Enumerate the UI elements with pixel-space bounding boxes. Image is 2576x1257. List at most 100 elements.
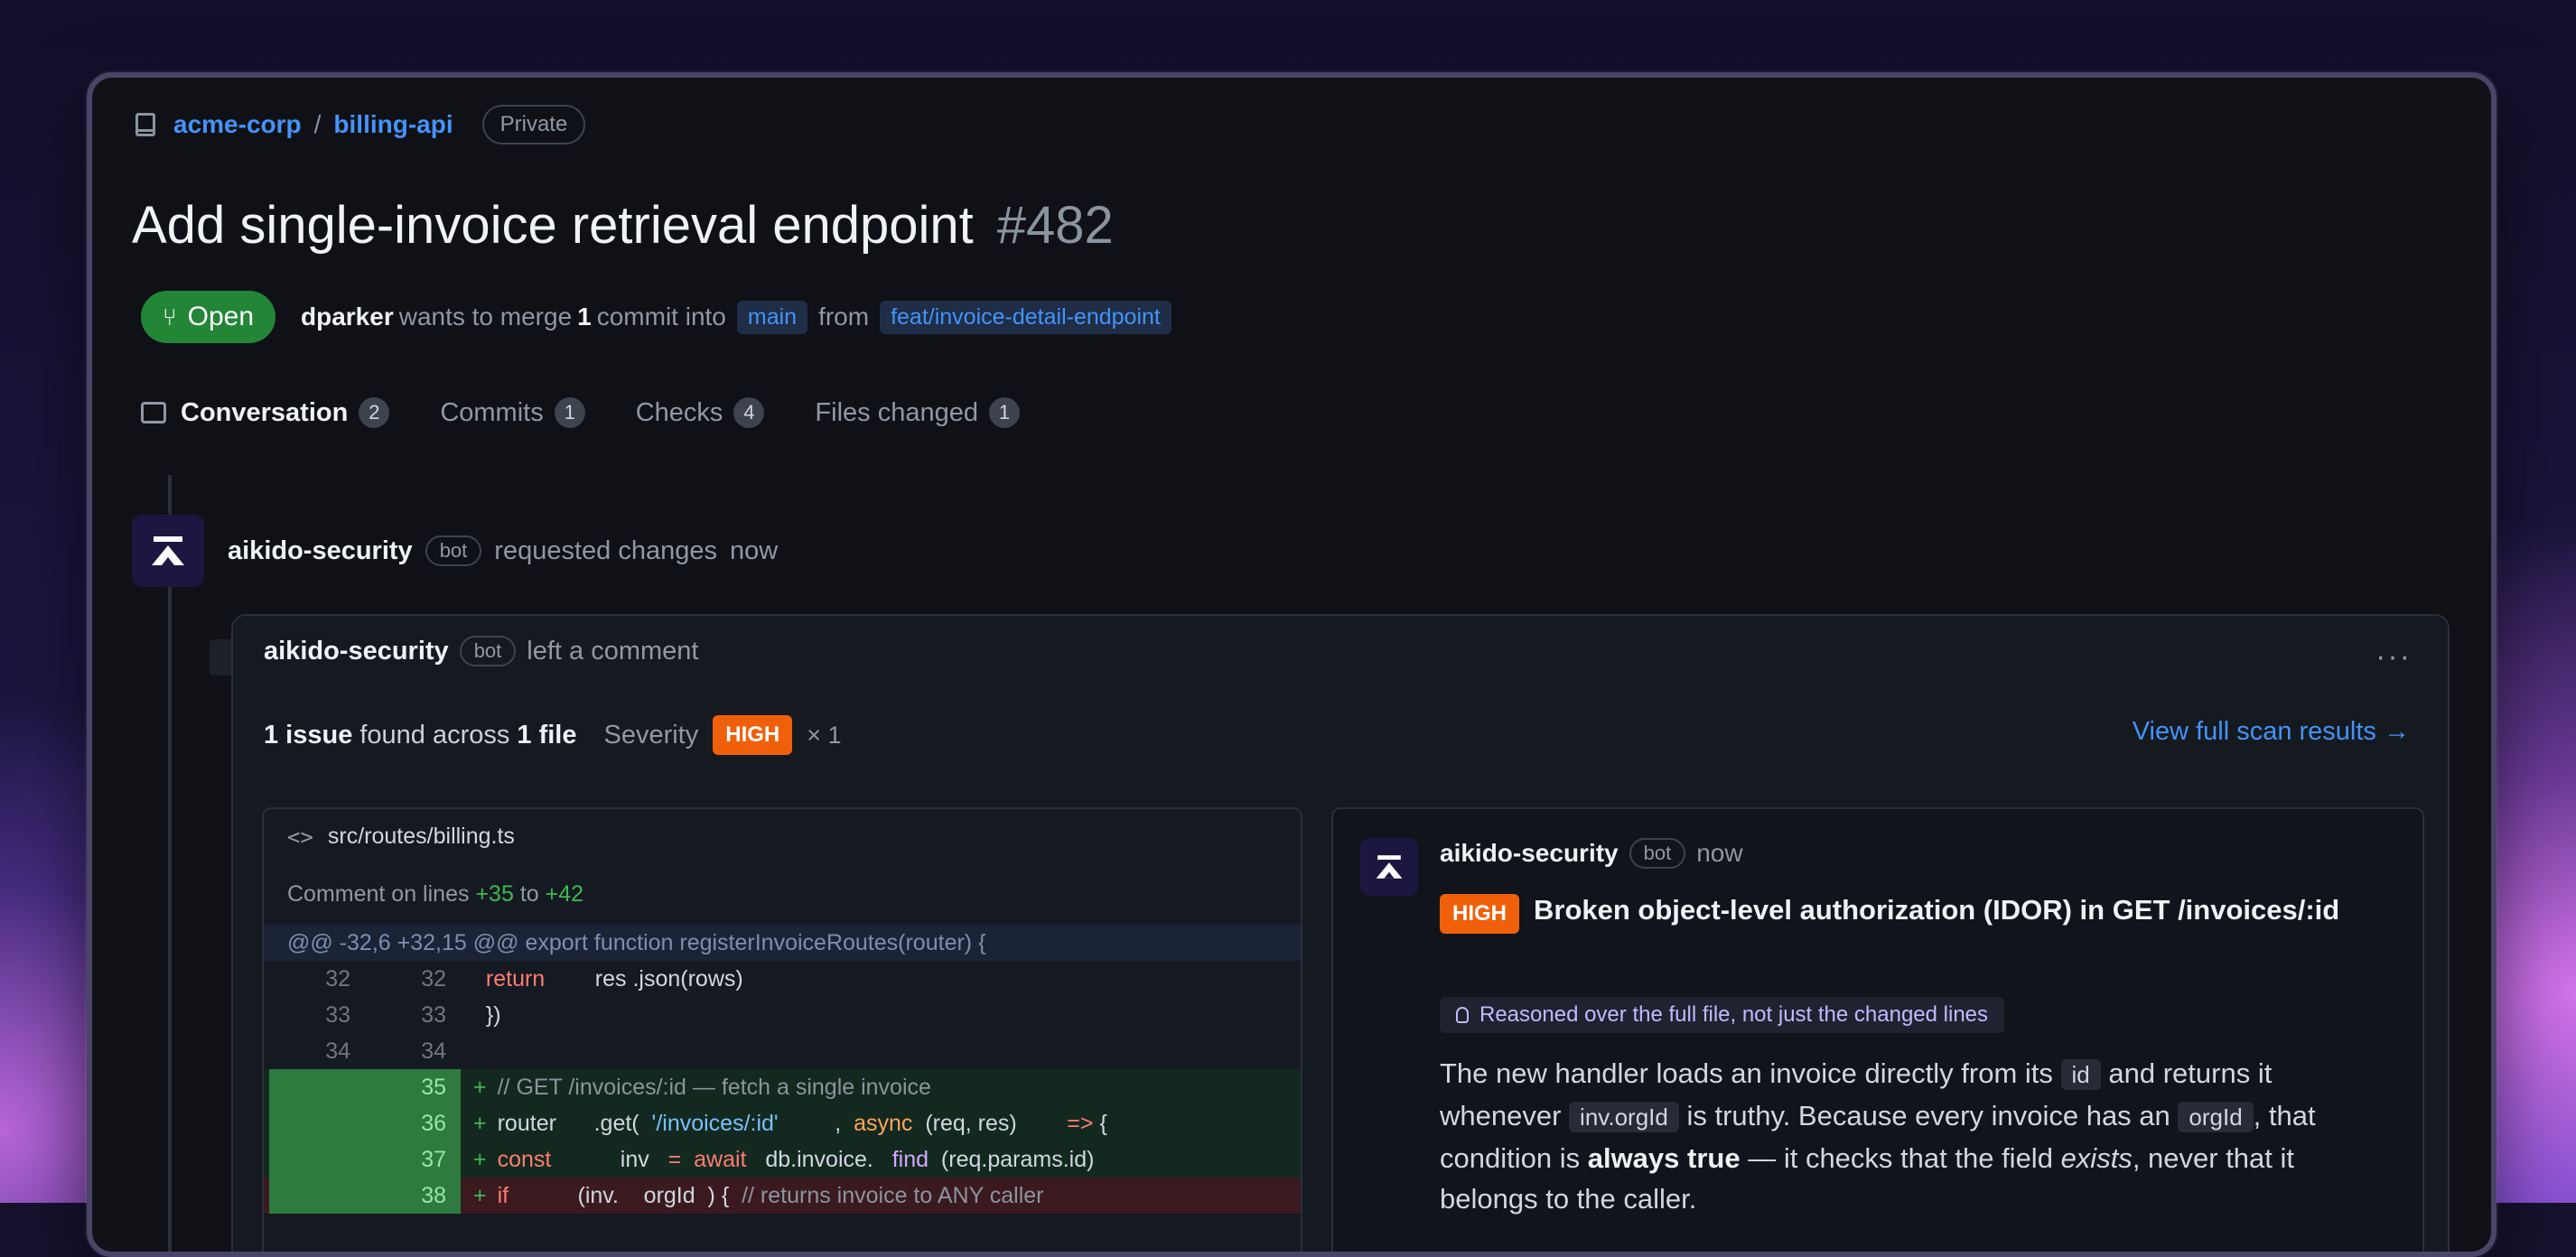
finding-user-link[interactable]: aikido-security: [1440, 839, 1619, 868]
commit-count: 1: [577, 303, 592, 331]
pr-author-link[interactable]: dparker: [301, 303, 394, 331]
code-token: async: [854, 1110, 913, 1136]
diff-line-added: 35 + // GET /invoices/:id — fetch a singl…: [264, 1069, 1301, 1105]
finding-header: aikido-security bot now: [1440, 838, 1743, 869]
avatar[interactable]: [1360, 838, 1418, 896]
inline-code: orgId: [2178, 1102, 2254, 1132]
avatar[interactable]: [132, 515, 204, 587]
diff-hunk-header: @@ -32,6 +32,15 @@ export function regis…: [264, 925, 1301, 961]
more-options-icon[interactable]: ···: [2375, 639, 2412, 675]
new-line-number: 32: [421, 965, 446, 992]
finding-title-text: Broken object-level authorization (IDOR)…: [1534, 894, 2105, 926]
body-text: — it checks that the field: [1748, 1142, 2053, 1174]
tab-files-changed[interactable]: Files changed 1: [815, 397, 1020, 428]
diff-plus: +: [473, 1110, 487, 1136]
comment-action: left a comment: [527, 636, 699, 666]
code-text: + // GET /invoices/:id — fetch a single i…: [473, 1075, 931, 1101]
file-path[interactable]: src/routes/billing.ts: [328, 824, 515, 850]
aikido-logo-icon: [1375, 852, 1404, 881]
aikido-logo-icon: [150, 533, 186, 569]
finding-avatar-wrap: [1360, 838, 1418, 896]
review-event: aikido-security bot requested changes no…: [132, 515, 778, 587]
file-header: <> src/routes/billing.ts: [287, 824, 515, 850]
body-text: The new handler loads an invoice directl…: [1440, 1057, 2053, 1089]
code-token: await: [694, 1146, 747, 1172]
old-line-number: 34: [325, 1038, 350, 1064]
pr-meta-row: ⑂ Open dparker wants to merge 1 commit i…: [141, 291, 1181, 343]
base-branch-label[interactable]: main: [736, 300, 808, 334]
line-from: +35: [475, 881, 514, 907]
code-token: {: [1099, 1110, 1107, 1136]
review-comment-card: aikido-security bot left a comment ··· 1…: [231, 614, 2450, 1252]
code-token: (inv. orgId ) {: [577, 1182, 730, 1208]
tab-checks[interactable]: Checks 4: [636, 397, 765, 428]
code-token: find: [891, 1146, 929, 1172]
lightbulb-icon: [1456, 1007, 1469, 1023]
tab-count: 1: [554, 397, 585, 428]
new-line-number: 35: [421, 1074, 446, 1100]
code-token: '/invoices/:id': [651, 1110, 779, 1136]
severity-badge: HIGH: [713, 715, 793, 755]
code-token: router: [497, 1110, 556, 1136]
code-token: =: [667, 1146, 682, 1172]
pull-request-window: acme-corp / billing-api Private Add sing…: [87, 72, 2497, 1257]
issue-count: 1 issue: [264, 720, 353, 750]
new-line-number: 36: [421, 1110, 446, 1136]
body-emphasis: always true: [1587, 1142, 1741, 1174]
reasoning-text: Reasoned over the full file, not just th…: [1479, 1002, 1989, 1027]
code-token: }): [485, 1001, 501, 1028]
meta-text-commit-into: commit into: [596, 303, 726, 331]
comment-user-link[interactable]: aikido-security: [264, 637, 449, 666]
finding-title: Broken object-level authorization (IDOR)…: [1534, 890, 2339, 930]
code-token: if: [497, 1182, 509, 1208]
old-line-number: 32: [325, 965, 350, 992]
comment-card-connector: [210, 639, 231, 675]
code-text: + if (inv. orgId ) { // returns invoice t…: [473, 1183, 1044, 1209]
event-user-link[interactable]: aikido-security: [228, 536, 413, 566]
pr-status-badge: ⑂ Open: [141, 291, 275, 343]
repo-name-link[interactable]: billing-api: [333, 110, 453, 139]
tab-count: 2: [359, 397, 390, 428]
tab-conversation[interactable]: Conversation 2: [141, 397, 390, 428]
tab-label: Checks: [635, 397, 723, 427]
pr-title-row: Add single-invoice retrieval endpoint #48…: [132, 195, 1114, 256]
code-token: (req.params.id): [940, 1146, 1095, 1172]
code-icon: <>: [287, 824, 313, 850]
pr-title: Add single-invoice retrieval endpoint: [132, 196, 974, 255]
severity-badge: HIGH: [1440, 894, 1519, 934]
summary-text: found across: [359, 720, 510, 750]
finding-description: The new handler loads an invoice directl…: [1440, 1053, 2388, 1219]
view-full-scan-link[interactable]: View full scan results →: [2133, 717, 2410, 747]
file-count: 1 file: [517, 720, 577, 750]
pr-number: #482: [996, 196, 1114, 255]
repo-owner-link[interactable]: acme-corp: [173, 110, 302, 139]
finding-time: now: [1696, 839, 1743, 867]
pr-status-label: Open: [187, 302, 254, 331]
comment-discussion-icon: [141, 402, 166, 424]
new-line-number: 33: [421, 1001, 446, 1028]
scan-summary: 1 issue found across 1 file Severity HIG…: [264, 715, 842, 755]
diff-plus: +: [473, 1182, 487, 1208]
pull-request-icon: ⑂: [163, 303, 177, 331]
comment-header: aikido-security bot left a comment: [264, 636, 698, 666]
tab-commits[interactable]: Commits 1: [440, 397, 585, 428]
diff-plus: +: [473, 1146, 487, 1172]
diff-line-flagged: 38 + if (inv. orgId ) { // returns invoic…: [264, 1178, 1301, 1214]
meta-text-wants: wants to merge: [398, 303, 573, 331]
code-token: return: [485, 965, 546, 992]
visibility-badge: Private: [481, 105, 586, 144]
event-time[interactable]: now: [730, 536, 778, 566]
diff-line-added: 37 + const inv = await db.invoice. find (…: [264, 1141, 1301, 1178]
line-to-word: to: [519, 881, 539, 907]
bot-badge: bot: [1629, 838, 1686, 869]
tab-count: 4: [733, 397, 765, 428]
tab-label: Conversation: [181, 397, 349, 427]
code-token: res .json(rows): [594, 965, 743, 992]
body-italic: exists: [2060, 1142, 2133, 1174]
new-line-number: 34: [421, 1038, 446, 1064]
head-branch-label[interactable]: feat/invoice-detail-endpoint: [880, 300, 1171, 334]
new-line-number: 38: [421, 1182, 446, 1208]
code-token: .get(: [593, 1110, 639, 1136]
line-to: +42: [545, 881, 584, 907]
tab-label: Files changed: [815, 397, 978, 427]
